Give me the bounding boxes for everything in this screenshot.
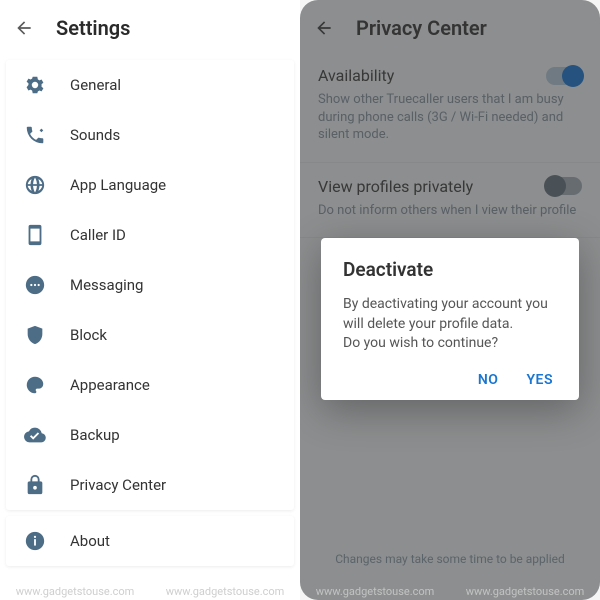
palette-icon [24,374,46,396]
settings-item-appearance[interactable]: Appearance [6,360,294,410]
list-item-label: Block [70,326,107,344]
settings-header: Settings [0,0,300,52]
settings-item-caller-id[interactable]: Caller ID [6,210,294,260]
info-icon [24,530,46,552]
settings-item-language[interactable]: App Language [6,160,294,210]
globe-icon [24,174,46,196]
settings-item-sounds[interactable]: Sounds [6,110,294,160]
settings-item-backup[interactable]: Backup [6,410,294,460]
settings-item-privacy-center[interactable]: Privacy Center [6,460,294,510]
cloud-done-icon [24,424,46,446]
dialog-body: By deactivating your account you will de… [343,295,557,354]
gear-icon [24,74,46,96]
chat-bubble-icon [24,274,46,296]
lock-icon [24,474,46,496]
deactivate-dialog: Deactivate By deactivating your account … [321,238,579,400]
settings-item-general[interactable]: General [6,60,294,110]
list-item-label: Privacy Center [70,476,166,494]
phone-outline-icon [24,224,46,246]
back-arrow-icon[interactable] [14,18,34,38]
list-item-label: Sounds [70,126,120,144]
list-item-label: App Language [70,176,166,194]
list-item-label: Caller ID [70,226,126,244]
dialog-yes-button[interactable]: YES [526,372,553,388]
shield-check-icon [24,324,46,346]
settings-item-messaging[interactable]: Messaging [6,260,294,310]
list-item-label: Messaging [70,276,143,294]
list-item-label: General [70,76,121,94]
list-item-label: About [70,532,110,550]
phone-sound-icon [24,124,46,146]
list-item-label: Appearance [70,376,150,394]
list-item-label: Backup [70,426,120,444]
dialog-no-button[interactable]: NO [478,372,499,388]
settings-item-about[interactable]: About [6,516,294,566]
settings-item-block[interactable]: Block [6,310,294,360]
page-title: Settings [56,16,130,40]
dialog-title: Deactivate [343,258,557,281]
